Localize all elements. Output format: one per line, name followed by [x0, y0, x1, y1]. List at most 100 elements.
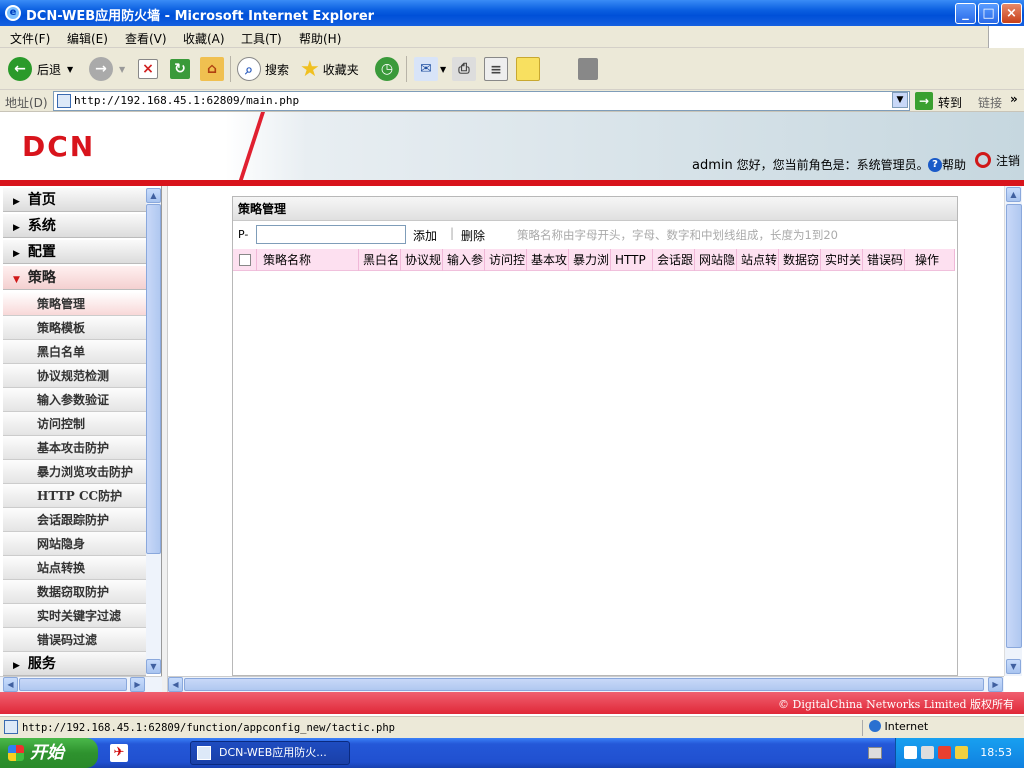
sidebar-item-brute-browse[interactable]: 暴力浏览攻击防护	[3, 460, 146, 484]
back-button[interactable]: ← 后退 ▼	[8, 56, 73, 82]
refresh-button[interactable]: ↻	[170, 56, 190, 82]
main-horizontal-scrollbar[interactable]: ◀ ▶	[168, 676, 1004, 692]
scroll-up-button[interactable]: ▲	[146, 188, 161, 203]
sidebar-item-http-cc[interactable]: HTTP CC防护	[3, 484, 146, 508]
menu-view[interactable]: 查看(V)	[125, 30, 167, 47]
column-header[interactable]: 错误码	[863, 249, 905, 271]
sidebar-category-config[interactable]: ▶ 配置	[3, 240, 146, 264]
window-titlebar[interactable]: e DCN-WEB应用防火墙 - Microsoft Internet Expl…	[0, 0, 1024, 26]
edit-button[interactable]: ≡	[484, 56, 508, 82]
sidebar-item-basic-attack[interactable]: 基本攻击防护	[3, 436, 146, 460]
column-header[interactable]: 站点转	[737, 249, 779, 271]
tray-app-icon[interactable]	[904, 746, 917, 759]
sidebar-item-policy-template[interactable]: 策略模板	[3, 316, 146, 340]
column-header[interactable]: 协议规	[401, 249, 443, 271]
column-header[interactable]: 网站隐	[695, 249, 737, 271]
scroll-right-button[interactable]: ▶	[988, 677, 1003, 692]
column-header[interactable]: 访问控	[485, 249, 527, 271]
sidebar-category-system[interactable]: ▶ 系统	[3, 214, 146, 238]
forward-button[interactable]: → ▼	[89, 56, 125, 82]
logout-key-icon[interactable]	[975, 152, 991, 168]
maximize-button[interactable]: □	[978, 3, 999, 24]
sidebar-item-policy-management[interactable]: 策略管理	[3, 292, 146, 316]
links-chevron-icon[interactable]: »	[1010, 92, 1018, 106]
tray-network-icon[interactable]	[938, 746, 951, 759]
column-header[interactable]: HTTP	[611, 249, 653, 271]
links-button[interactable]: 链接	[978, 94, 1002, 111]
column-header[interactable]: 数据窃	[779, 249, 821, 271]
messenger-button[interactable]	[578, 56, 598, 82]
delete-button[interactable]: 删除	[461, 227, 485, 244]
address-dropdown-button[interactable]: ▼	[892, 92, 908, 108]
stop-button[interactable]: ×	[138, 56, 158, 82]
menu-file[interactable]: 文件(F)	[10, 30, 50, 47]
column-header[interactable]: 操作	[905, 249, 955, 271]
column-header[interactable]: 策略名称	[257, 249, 359, 271]
scroll-down-button[interactable]: ▼	[1006, 659, 1021, 674]
go-arrow-icon[interactable]: →	[915, 92, 933, 110]
column-header[interactable]: 暴力浏	[569, 249, 611, 271]
scroll-up-button[interactable]: ▲	[1006, 187, 1021, 202]
go-button[interactable]: 转到	[938, 94, 962, 111]
sidebar-item-blacklist-whitelist[interactable]: 黑白名单	[3, 340, 146, 364]
start-button[interactable]: 开始	[0, 738, 98, 768]
help-link[interactable]: 帮助	[942, 156, 966, 173]
main-hscroll-thumb[interactable]	[184, 678, 984, 691]
main-scroll-thumb[interactable]	[1006, 204, 1022, 648]
sidebar-item-data-theft[interactable]: 数据窃取防护	[3, 580, 146, 604]
column-header[interactable]: 输入参	[443, 249, 485, 271]
sidebar-item-site-conversion[interactable]: 站点转换	[3, 556, 146, 580]
scroll-left-button[interactable]: ◀	[3, 677, 18, 692]
menu-tools[interactable]: 工具(T)	[241, 30, 282, 47]
minimize-button[interactable]: _	[955, 3, 976, 24]
address-input[interactable]: http://192.168.45.1:62809/main.php	[53, 91, 910, 111]
logout-link[interactable]: 注销	[996, 152, 1020, 169]
discuss-button[interactable]	[516, 56, 540, 82]
status-url: http://192.168.45.1:62809/function/appco…	[22, 722, 395, 734]
help-icon[interactable]: ?	[928, 158, 942, 172]
tray-monitor-icon[interactable]	[921, 746, 934, 759]
menu-edit[interactable]: 编辑(E)	[67, 30, 108, 47]
sidebar-item-keyword-filter[interactable]: 实时关键字过滤	[3, 604, 146, 628]
tray-sound-icon[interactable]	[955, 746, 968, 759]
home-button[interactable]: ⌂	[200, 56, 224, 82]
sidebar-category-policy[interactable]: ▼ 策略	[3, 266, 146, 290]
search-button[interactable]: ⌕ 搜索	[237, 56, 289, 82]
sidebar-category-home[interactable]: ▶ 首页	[3, 188, 146, 212]
scroll-right-button[interactable]: ▶	[130, 677, 145, 692]
keyboard-icon[interactable]	[868, 747, 882, 759]
sidebar-item-access-control[interactable]: 访问控制	[3, 412, 146, 436]
sidebar-scrollbar[interactable]: ▲ ▼	[146, 188, 161, 674]
policy-name-input[interactable]	[256, 225, 406, 244]
menu-favorites[interactable]: 收藏(A)	[183, 30, 225, 47]
favorites-button[interactable]: ★ 收藏夹	[300, 56, 359, 82]
sidebar-hscroll-thumb[interactable]	[19, 678, 127, 691]
quicklaunch-icon[interactable]: ✈	[110, 744, 128, 762]
chevron-down-icon: ▼	[67, 64, 74, 74]
column-header[interactable]: 黑白名	[359, 249, 401, 271]
add-button[interactable]: 添加	[413, 227, 437, 244]
sidebar-horizontal-scrollbar[interactable]: ◀ ▶	[0, 676, 162, 692]
sidebar-scroll-thumb[interactable]	[146, 204, 161, 554]
main-scrollbar[interactable]: ▲ ▼	[1004, 186, 1022, 676]
search-icon: ⌕	[237, 57, 261, 81]
taskbar-window-button[interactable]: DCN-WEB应用防火...	[190, 741, 350, 765]
mail-button[interactable]: ✉ ▼	[414, 56, 446, 82]
menu-help[interactable]: 帮助(H)	[299, 30, 341, 47]
scroll-left-button[interactable]: ◀	[168, 677, 183, 692]
sidebar-item-error-code-filter[interactable]: 错误码过滤	[3, 628, 146, 652]
scroll-down-button[interactable]: ▼	[146, 659, 161, 674]
column-header[interactable]: 基本攻	[527, 249, 569, 271]
sidebar-item-protocol-check[interactable]: 协议规范检测	[3, 364, 146, 388]
print-button[interactable]: ⎙	[452, 56, 476, 82]
sidebar-item-site-cloaking[interactable]: 网站隐身	[3, 532, 146, 556]
history-button[interactable]: ◷	[375, 56, 399, 82]
sidebar-item-input-validation[interactable]: 输入参数验证	[3, 388, 146, 412]
close-button[interactable]: ×	[1001, 3, 1022, 24]
column-header[interactable]: 实时关	[821, 249, 863, 271]
sidebar-category-service[interactable]: ▶ 服务	[3, 652, 146, 676]
sidebar-item-session-tracking[interactable]: 会话跟踪防护	[3, 508, 146, 532]
security-zone: Internet	[862, 720, 1002, 736]
select-all-checkbox[interactable]	[239, 254, 251, 266]
column-header[interactable]: 会话跟	[653, 249, 695, 271]
